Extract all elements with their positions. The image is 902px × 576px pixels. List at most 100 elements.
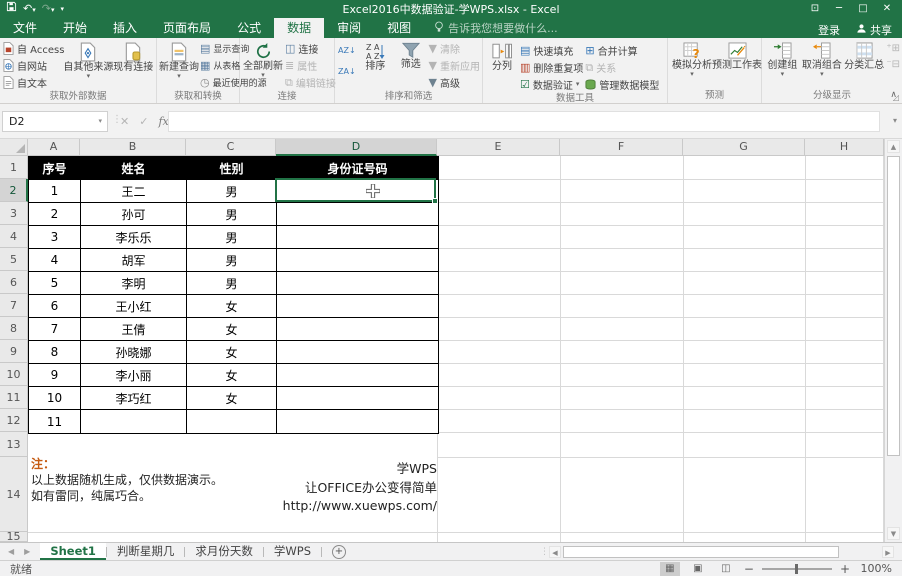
tab-file[interactable]: 文件 — [0, 18, 50, 38]
tabstrip-divider[interactable]: ⋮ — [540, 547, 549, 557]
table-cell[interactable]: 女 — [187, 387, 277, 409]
table-cell[interactable]: 李乐乐 — [81, 226, 187, 248]
table-cell[interactable]: 孙可 — [81, 203, 187, 225]
zoom-slider-thumb[interactable] — [795, 564, 798, 574]
column-header-A[interactable]: A — [28, 139, 80, 156]
refresh-all-button[interactable]: 全部刷新 ▾ — [243, 40, 283, 79]
table-cell[interactable]: 9 — [29, 364, 81, 386]
table-cell[interactable]: 女 — [187, 364, 277, 386]
table-cell[interactable] — [187, 410, 277, 433]
ribbon-display-options-icon[interactable]: ⊡ — [804, 0, 826, 18]
sort-ascending-button[interactable]: AZ↓ — [338, 43, 356, 59]
collapse-ribbon-icon[interactable]: ∧ — [890, 90, 897, 100]
tab-page-layout[interactable]: 页面布局 — [150, 18, 224, 38]
column-header-G[interactable]: G — [683, 139, 805, 156]
formula-input[interactable] — [168, 111, 880, 132]
table-cell[interactable]: 女 — [187, 341, 277, 363]
close-button[interactable]: ✕ — [876, 0, 898, 18]
tab-insert[interactable]: 插入 — [100, 18, 150, 38]
horizontal-scrollbar[interactable]: ◀ ▶ — [549, 545, 894, 559]
group-button[interactable]: 创建组 ▾ — [765, 40, 800, 78]
row-header-14[interactable]: 14 — [0, 457, 28, 532]
row-header-4[interactable]: 4 — [0, 225, 28, 248]
tab-data[interactable]: 数据 — [274, 18, 324, 38]
new-query-button[interactable]: 新建查询 ▾ — [160, 40, 198, 80]
table-cell[interactable] — [277, 364, 438, 386]
row-header-5[interactable]: 5 — [0, 248, 28, 271]
sheet-tab-4[interactable]: 学WPS — [264, 543, 321, 560]
table-cell[interactable] — [277, 249, 438, 271]
table-cell[interactable]: 女 — [187, 318, 277, 340]
zoom-out-icon[interactable]: − — [744, 562, 754, 576]
tab-view[interactable]: 视图 — [374, 18, 424, 38]
share-button[interactable]: 共享 — [856, 22, 892, 38]
qat-customize-icon[interactable]: ▾ — [60, 0, 64, 18]
column-header-D[interactable]: D — [276, 139, 437, 156]
row-header-2[interactable]: 2 — [0, 179, 28, 202]
table-cell[interactable]: 女 — [187, 295, 277, 317]
table-cell[interactable] — [277, 318, 438, 340]
table-cell[interactable]: 男 — [187, 180, 277, 202]
tell-me-box[interactable]: 告诉我您想要做什么... — [434, 18, 558, 38]
table-cell[interactable] — [277, 295, 438, 317]
sheet-tab-sheet1[interactable]: Sheet1 — [40, 543, 106, 560]
table-header-cell[interactable]: 性别 — [187, 157, 277, 179]
table-cell[interactable] — [277, 387, 438, 409]
page-layout-view-icon[interactable]: ▣ — [688, 562, 708, 576]
flash-fill-button[interactable]: ▤ 快速填充 — [520, 42, 583, 58]
table-cell[interactable]: 男 — [187, 272, 277, 294]
fill-handle[interactable] — [432, 198, 438, 204]
zoom-in-icon[interactable]: + — [840, 562, 850, 576]
table-header-cell[interactable]: 姓名 — [81, 157, 187, 179]
table-cell[interactable]: 王二 — [81, 180, 187, 202]
sort-button[interactable]: ZAAZ 排序 — [358, 40, 393, 72]
filter-button[interactable]: 筛选 — [395, 40, 426, 70]
row-header-11[interactable]: 11 — [0, 386, 28, 409]
manage-data-model-button[interactable]: 管理数据模型 — [585, 76, 659, 92]
subtotal-button[interactable]: 分类汇总 — [844, 40, 884, 71]
table-cell[interactable] — [277, 341, 438, 363]
column-header-B[interactable]: B — [80, 139, 186, 156]
sheet-tab-3[interactable]: 求月份天数 — [185, 543, 263, 560]
tab-home[interactable]: 开始 — [50, 18, 100, 38]
column-header-H[interactable]: H — [805, 139, 884, 156]
table-cell[interactable]: 男 — [187, 226, 277, 248]
row-header-3[interactable]: 3 — [0, 202, 28, 225]
scroll-right-icon[interactable]: ▶ — [882, 546, 894, 558]
row-header-8[interactable]: 8 — [0, 317, 28, 340]
sheet-nav-left-icon[interactable]: ◀ — [8, 547, 14, 556]
table-cell[interactable]: 10 — [29, 387, 81, 409]
table-cell[interactable]: 李小丽 — [81, 364, 187, 386]
table-cell[interactable]: 2 — [29, 203, 81, 225]
from-other-sources-button[interactable]: 自其他来源 ▾ — [66, 40, 110, 80]
row-header-13[interactable]: 13 — [0, 432, 28, 457]
table-cell[interactable]: 男 — [187, 249, 277, 271]
table-cell[interactable] — [277, 272, 438, 294]
from-web-button[interactable]: 自网站 — [3, 57, 64, 73]
table-cell[interactable]: 11 — [29, 410, 81, 433]
column-header-F[interactable]: F — [560, 139, 683, 156]
sheet-nav-right-icon[interactable]: ▶ — [24, 547, 30, 556]
table-cell[interactable]: 男 — [187, 203, 277, 225]
table-cell[interactable]: 5 — [29, 272, 81, 294]
cell-grid[interactable]: 序号姓名性别身份证号码1王二男2孙可男3李乐乐男4胡军男5李明男6王小红女7王倩… — [28, 156, 884, 542]
table-cell[interactable] — [81, 410, 187, 433]
from-access-button[interactable]: 自 Access — [3, 40, 64, 56]
row-header-9[interactable]: 9 — [0, 340, 28, 363]
row-header-6[interactable]: 6 — [0, 271, 28, 294]
undo-icon[interactable]: ↶▾ — [23, 0, 36, 19]
table-cell[interactable]: 李巧红 — [81, 387, 187, 409]
table-cell[interactable]: 1 — [29, 180, 81, 202]
table-header-cell[interactable]: 身份证号码 — [277, 157, 438, 179]
vertical-scroll-thumb[interactable] — [887, 156, 900, 456]
save-icon[interactable] — [6, 0, 17, 18]
sheet-tab-2[interactable]: 判断星期几 — [107, 543, 185, 560]
forecast-sheet-button[interactable]: 预测工作表 — [715, 40, 759, 71]
row-header-15[interactable]: 15 — [0, 532, 28, 542]
table-cell[interactable]: 8 — [29, 341, 81, 363]
vertical-scrollbar[interactable]: ▲ ▼ — [884, 139, 902, 542]
scroll-up-icon[interactable]: ▲ — [887, 140, 900, 153]
row-header-12[interactable]: 12 — [0, 409, 28, 432]
table-cell[interactable]: 3 — [29, 226, 81, 248]
table-cell[interactable]: 王倩 — [81, 318, 187, 340]
